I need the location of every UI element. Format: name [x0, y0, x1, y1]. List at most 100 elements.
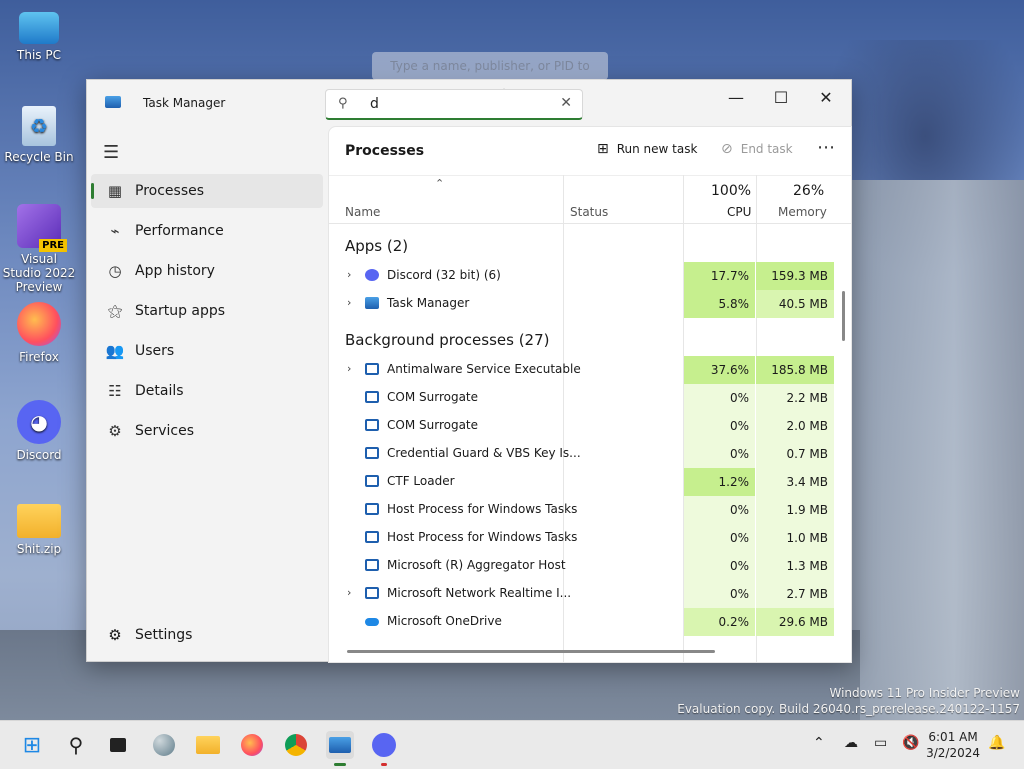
- cpu-value: 0%: [684, 524, 755, 552]
- minimize-button[interactable]: —: [714, 84, 758, 112]
- desktop-icon-firefox[interactable]: Firefox: [2, 302, 76, 364]
- nav-label: Details: [135, 383, 184, 399]
- table-row[interactable]: COM Surrogate 0% 2.0 MB: [329, 412, 834, 440]
- details-list-icon: ☷: [108, 382, 122, 400]
- show-hidden-icons-chevron-icon[interactable]: ⌃: [813, 735, 825, 751]
- sort-caret-icon[interactable]: ⌃: [435, 177, 444, 190]
- sidebar: ☰ ▦ Processes ⌁ Performance ◷ App histor…: [87, 126, 325, 661]
- task-manager-icon: [105, 96, 121, 108]
- performance-chart-icon: ⌁: [110, 222, 120, 240]
- end-task-button[interactable]: ⊘ End task: [721, 141, 793, 157]
- desktop-icon-recycle-bin[interactable]: ♻ Recycle Bin: [2, 106, 76, 164]
- discord-icon: [365, 269, 379, 281]
- start-button-windows-icon[interactable]: ⊞: [18, 731, 46, 759]
- more-options-button[interactable]: ⋯: [817, 137, 835, 158]
- onedrive-icon[interactable]: ☁: [844, 735, 858, 751]
- expand-chevron-icon[interactable]: ›: [347, 586, 351, 599]
- memory-value: 40.5 MB: [756, 290, 834, 318]
- process-name: Microsoft Network Realtime I...: [387, 586, 572, 600]
- memory-value: 159.3 MB: [756, 262, 834, 290]
- column-status[interactable]: Status: [570, 205, 608, 219]
- discord-icon[interactable]: [370, 731, 398, 759]
- cpu-value: 17.7%: [684, 262, 755, 290]
- firefox-icon[interactable]: [238, 731, 266, 759]
- monitor-icon: [19, 12, 59, 44]
- memory-value: 2.2 MB: [756, 384, 834, 412]
- nav-performance[interactable]: ⌁ Performance: [91, 214, 323, 248]
- app-attention-indicator: [381, 763, 387, 766]
- expand-chevron-icon[interactable]: ›: [347, 362, 351, 375]
- os-watermark: Windows 11 Pro Insider Preview Evaluatio…: [677, 685, 1020, 717]
- column-name[interactable]: Name: [345, 205, 380, 219]
- services-cog-icon: ⚙: [108, 422, 122, 440]
- search-input[interactable]: [368, 93, 552, 115]
- desktop-icon-visual-studio[interactable]: PRE Visual Studio 2022 Preview: [2, 204, 76, 294]
- vertical-scrollbar[interactable]: [842, 291, 845, 341]
- desktop-icon-this-pc[interactable]: This PC: [2, 8, 76, 62]
- table-row[interactable]: Host Process for Windows Tasks 0% 1.9 MB: [329, 496, 834, 524]
- nav-details[interactable]: ☷ Details: [91, 374, 323, 408]
- table-row[interactable]: Microsoft OneDrive 0.2% 29.6 MB: [329, 608, 834, 636]
- memory-value: 1.9 MB: [756, 496, 834, 524]
- wallpaper-tower: [840, 180, 1024, 740]
- chrome-icon[interactable]: [282, 731, 310, 759]
- users-icon: 👥: [105, 342, 125, 360]
- horizontal-scrollbar[interactable]: [347, 650, 715, 653]
- cpu-value: 5.8%: [684, 290, 755, 318]
- nav-users[interactable]: 👥 Users: [91, 334, 323, 368]
- desktop-icon-discord[interactable]: ◕ Discord: [2, 400, 76, 462]
- network-icon[interactable]: ▭: [874, 735, 887, 751]
- expand-chevron-icon[interactable]: ›: [347, 296, 351, 309]
- run-new-task-button[interactable]: ⊞ Run new task: [597, 141, 697, 157]
- desktop-icon-label: Recycle Bin: [4, 150, 74, 164]
- window-title: Task Manager: [143, 96, 226, 110]
- table-row[interactable]: Microsoft (R) Aggregator Host 0% 1.3 MB: [329, 552, 834, 580]
- nav-processes[interactable]: ▦ Processes: [91, 174, 323, 208]
- maximize-button[interactable]: ☐: [759, 84, 803, 112]
- run-new-task-label: Run new task: [616, 142, 698, 156]
- table-row[interactable]: CTF Loader 1.2% 3.4 MB: [329, 468, 834, 496]
- window-process-icon: [365, 559, 379, 571]
- table-row[interactable]: COM Surrogate 0% 2.2 MB: [329, 384, 834, 412]
- clock[interactable]: 6:01 AM 3/2/2024: [926, 729, 980, 761]
- table-row[interactable]: Credential Guard & VBS Key Is... 0% 0.7 …: [329, 440, 834, 468]
- nav-settings[interactable]: ⚙ Settings: [91, 626, 192, 644]
- run-task-icon: ⊞: [597, 141, 609, 157]
- table-row[interactable]: › Antimalware Service Executable 37.6% 1…: [329, 356, 834, 384]
- hamburger-menu-icon[interactable]: ☰: [103, 142, 119, 163]
- nav-label: Users: [135, 343, 175, 359]
- file-explorer-icon[interactable]: [194, 731, 222, 759]
- memory-value: 3.4 MB: [756, 468, 834, 496]
- nav-label: Services: [135, 423, 195, 439]
- expand-chevron-icon[interactable]: ›: [347, 268, 351, 281]
- search-box[interactable]: ⚲ ✕: [325, 89, 583, 120]
- search-icon: ⚲: [338, 96, 348, 111]
- table-row[interactable]: › Task Manager 5.8% 40.5 MB: [329, 290, 834, 318]
- column-cpu[interactable]: CPU: [727, 205, 751, 219]
- task-view-icon[interactable]: [104, 731, 132, 759]
- watermark-line: Evaluation copy. Build 26040.rs_prerelea…: [677, 702, 1020, 716]
- nav-services[interactable]: ⚙ Services: [91, 414, 323, 448]
- zip-folder-icon: [17, 504, 61, 538]
- table-row[interactable]: › Discord (32 bit) (6) 17.7% 159.3 MB: [329, 262, 834, 290]
- end-task-icon: ⊘: [721, 141, 733, 157]
- close-button[interactable]: ✕: [804, 84, 848, 112]
- history-clock-icon: ◷: [108, 262, 122, 280]
- desktop-icon-zip[interactable]: Shit.zip: [2, 498, 76, 556]
- cpu-value: 0%: [684, 552, 755, 580]
- search-icon[interactable]: ⚲: [62, 731, 90, 759]
- clear-search-icon[interactable]: ✕: [560, 95, 572, 111]
- table-row[interactable]: › Microsoft Network Realtime I... 0% 2.7…: [329, 580, 834, 608]
- task-manager-taskbar-icon[interactable]: [326, 731, 354, 759]
- column-memory[interactable]: Memory: [778, 205, 827, 219]
- edge-icon[interactable]: [150, 731, 178, 759]
- memory-value: 185.8 MB: [756, 356, 834, 384]
- table-row[interactable]: Host Process for Windows Tasks 0% 1.0 MB: [329, 524, 834, 552]
- nav-app-history[interactable]: ◷ App history: [91, 254, 323, 288]
- title-bar[interactable]: Task Manager Type a name, publisher, or …: [87, 52, 851, 126]
- notifications-bell-icon[interactable]: 🔔: [988, 735, 1005, 751]
- volume-icon[interactable]: 🔇: [902, 735, 919, 751]
- onedrive-cloud-icon: [365, 618, 379, 626]
- nav-startup-apps[interactable]: ⚝ Startup apps: [91, 294, 323, 328]
- preview-badge: PRE: [39, 239, 67, 252]
